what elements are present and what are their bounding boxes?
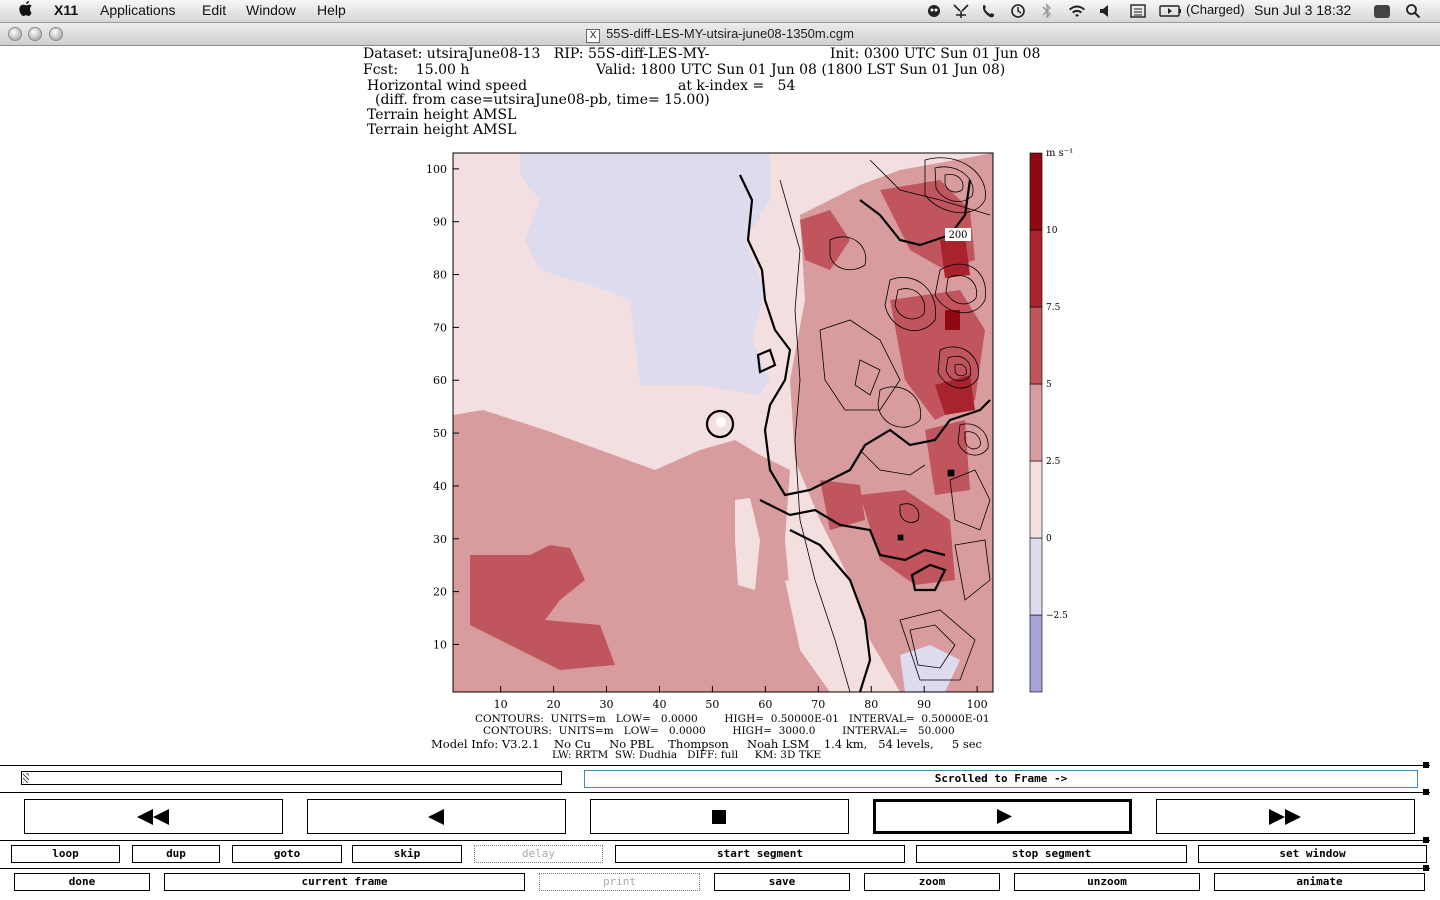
colorbar-tick-label: 10 bbox=[1046, 226, 1058, 236]
contour-label: 200 bbox=[948, 230, 967, 241]
divider bbox=[0, 792, 1430, 793]
animate-button[interactable]: animate bbox=[1214, 873, 1425, 891]
done-button[interactable]: done bbox=[14, 873, 150, 891]
colorbar-bin bbox=[1029, 306, 1043, 385]
resize-handle[interactable] bbox=[1423, 865, 1429, 871]
y-tick-label: 100 bbox=[426, 163, 447, 176]
set-window-button[interactable]: set window bbox=[1198, 845, 1427, 863]
frame-status: Scrolled to Frame -> bbox=[584, 770, 1418, 788]
fast-rewind-icon bbox=[137, 809, 169, 825]
y-tick-label: 60 bbox=[433, 374, 447, 387]
x-tick-label: 40 bbox=[652, 698, 666, 711]
resize-handle[interactable] bbox=[1423, 789, 1429, 795]
resize-handle[interactable] bbox=[1423, 762, 1429, 768]
footer-contours-1: CONTOURS: UNITS=m LOW= 0.0000 HIGH= 0.50… bbox=[475, 713, 990, 725]
y-tick-label: 80 bbox=[433, 269, 447, 282]
region-east-deep-3 bbox=[945, 310, 960, 330]
step-back-icon bbox=[428, 809, 444, 825]
colorbar-unit: m s⁻¹ bbox=[1046, 148, 1073, 159]
skip-button[interactable]: skip bbox=[352, 845, 462, 863]
x-tick-label: 80 bbox=[864, 698, 878, 711]
colorbar-bin bbox=[1029, 229, 1043, 308]
y-tick-label: 30 bbox=[433, 533, 447, 546]
zoom-button[interactable]: zoom bbox=[864, 873, 1000, 891]
play-forward-button[interactable] bbox=[873, 799, 1132, 834]
colorbar-tick-label: 2.5 bbox=[1046, 457, 1061, 467]
delay-button[interactable]: delay bbox=[474, 845, 603, 863]
x-tick-label: 10 bbox=[494, 698, 508, 711]
heatmap-field bbox=[453, 153, 993, 692]
y-tick-label: 90 bbox=[433, 216, 447, 229]
y-tick-label: 40 bbox=[433, 480, 447, 493]
colorbar-bin bbox=[1029, 614, 1043, 693]
resize-handle[interactable] bbox=[1423, 837, 1429, 843]
fast-forward-button[interactable] bbox=[1156, 799, 1415, 834]
fast-forward-icon bbox=[1269, 809, 1301, 825]
x-tick-label: 90 bbox=[917, 698, 931, 711]
y-tick-label: 10 bbox=[433, 638, 447, 651]
goto-button[interactable]: goto bbox=[232, 845, 342, 863]
frame-scrollbar[interactable] bbox=[21, 771, 562, 785]
step-back-button[interactable] bbox=[307, 799, 566, 834]
stop-button[interactable] bbox=[590, 799, 849, 834]
x-tick-label: 50 bbox=[705, 698, 719, 711]
divider bbox=[0, 868, 1430, 869]
save-button[interactable]: save bbox=[714, 873, 850, 891]
colorbar: −2.5 0 2.5 5 7.5 10 bbox=[1029, 152, 1068, 693]
footer-model-info-2: LW: RRTM SW: Dudhia DIFF: full KM: 3D TK… bbox=[552, 749, 822, 761]
colorbar-tick-label: −2.5 bbox=[1046, 611, 1068, 621]
y-tick-label: 70 bbox=[433, 321, 447, 334]
colorbar-bin bbox=[1029, 383, 1043, 462]
x-tick-label: 20 bbox=[547, 698, 561, 711]
start-segment-button[interactable]: start segment bbox=[615, 845, 905, 863]
dup-button[interactable]: dup bbox=[132, 845, 220, 863]
rewind-to-start-button[interactable] bbox=[24, 799, 283, 834]
x-tick-label: 100 bbox=[967, 698, 988, 711]
divider bbox=[0, 765, 1430, 766]
region-east-deep-1 bbox=[940, 235, 970, 278]
colorbar-bin bbox=[1029, 460, 1043, 539]
scrollbar-thumb[interactable] bbox=[23, 773, 29, 783]
colorbar-bin bbox=[1029, 152, 1043, 231]
footer-contours-2: CONTOURS: UNITS=m LOW= 0.0000 HIGH= 3000… bbox=[483, 725, 955, 737]
colorbar-bin bbox=[1029, 537, 1043, 616]
divider bbox=[0, 840, 1430, 841]
colorbar-tick-label: 7.5 bbox=[1046, 303, 1061, 313]
unzoom-button[interactable]: unzoom bbox=[1014, 873, 1200, 891]
x-tick-label: 30 bbox=[600, 698, 614, 711]
stop-segment-button[interactable]: stop segment bbox=[916, 845, 1187, 863]
loop-button[interactable]: loop bbox=[11, 845, 120, 863]
play-icon bbox=[997, 809, 1012, 824]
colorbar-tick-label: 5 bbox=[1046, 380, 1052, 390]
colorbar-tick-label: 0 bbox=[1046, 534, 1052, 544]
x-tick-label: 70 bbox=[811, 698, 825, 711]
y-tick-label: 50 bbox=[433, 427, 447, 440]
y-tick-label: 20 bbox=[433, 586, 447, 599]
current-frame-button[interactable]: current frame bbox=[164, 873, 525, 891]
stop-icon bbox=[712, 810, 726, 824]
print-button[interactable]: print bbox=[539, 873, 700, 891]
x-tick-label: 60 bbox=[758, 698, 772, 711]
